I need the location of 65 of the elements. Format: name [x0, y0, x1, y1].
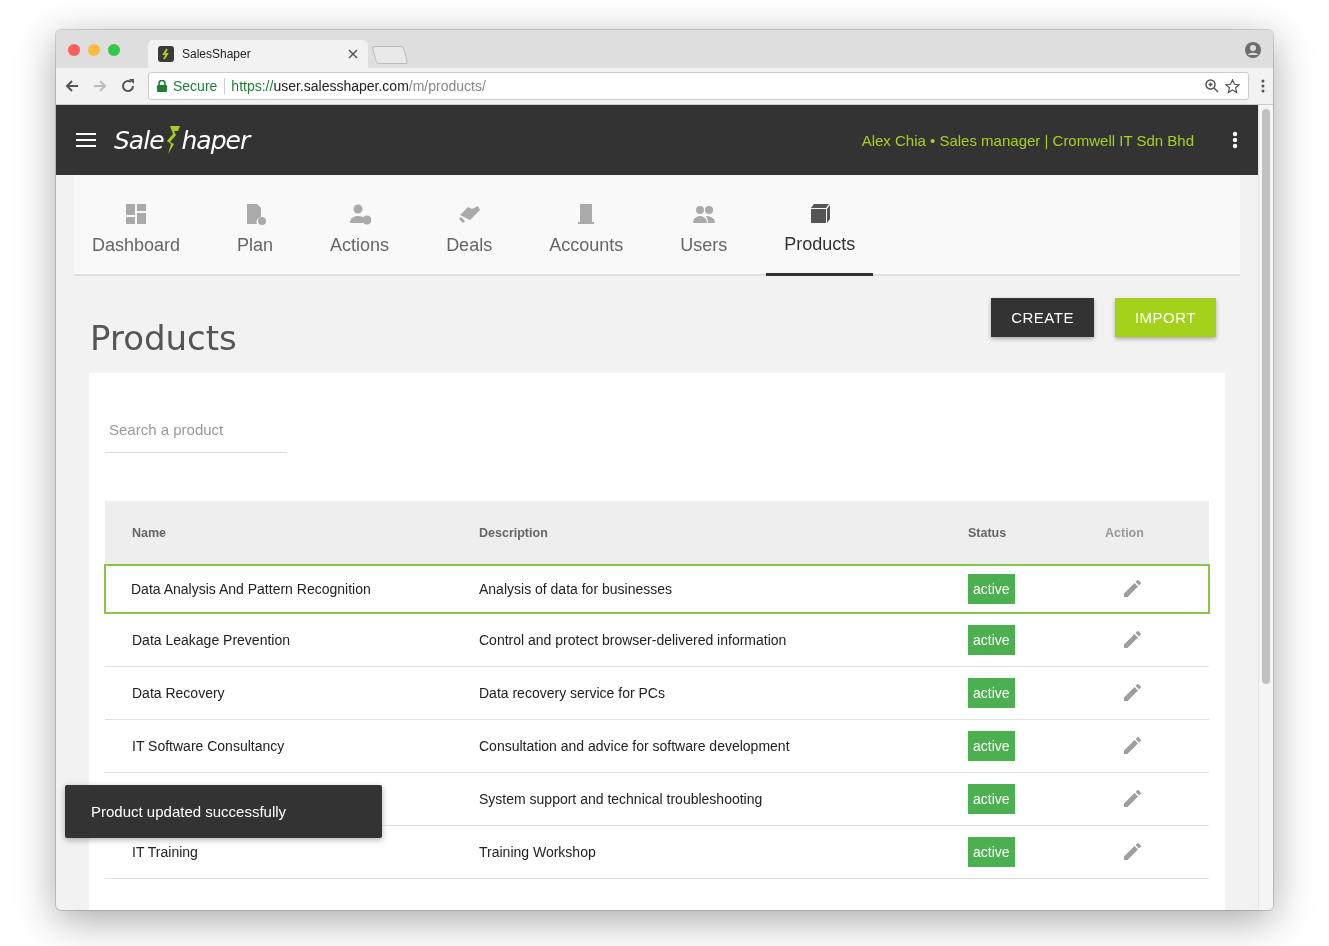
favicon-icon — [158, 46, 174, 62]
back-icon[interactable] — [64, 78, 80, 94]
edit-icon[interactable] — [1123, 840, 1143, 861]
status-badge: active — [968, 625, 1015, 655]
handshake-icon — [458, 203, 481, 225]
product-name: IT Software Consultancy — [132, 738, 285, 754]
person-arrow-icon — [348, 203, 371, 225]
address-bar[interactable]: Secure https://user.salesshaper.com/m/products/ — [148, 72, 1249, 100]
maximize-window-icon[interactable] — [108, 44, 120, 56]
reload-icon[interactable] — [120, 78, 136, 94]
create-button[interactable]: CREATE — [991, 298, 1094, 337]
zoom-icon[interactable] — [1205, 79, 1219, 93]
new-tab-button[interactable] — [371, 46, 409, 64]
logo: Sale haper — [114, 124, 253, 156]
status-badge: active — [968, 837, 1015, 867]
edit-icon[interactable] — [1123, 628, 1143, 649]
product-description: Consultation and advice for software development — [479, 738, 790, 754]
column-header: Status — [968, 501, 1105, 565]
product-name: Data Recovery — [132, 685, 225, 701]
table-row[interactable]: Data Leakage Prevention Control and protect browser-delivered information active — [105, 613, 1209, 667]
product-name: Data Leakage Prevention — [132, 632, 290, 648]
column-header: Action — [1105, 501, 1209, 565]
lock-icon — [157, 80, 167, 92]
product-description: Control and protect browser-delivered information — [479, 632, 787, 648]
people-icon — [692, 203, 715, 225]
document-check-icon — [244, 203, 267, 225]
nav-tab[interactable]: Dashboard — [74, 175, 199, 276]
edit-icon[interactable] — [1123, 787, 1143, 808]
nav-tab[interactable]: Actions — [312, 175, 408, 276]
edit-icon[interactable] — [1123, 577, 1143, 598]
close-window-icon[interactable] — [68, 44, 80, 56]
column-header: Name — [105, 501, 479, 565]
product-description: Analysis of data for businesses — [479, 581, 672, 597]
edit-icon[interactable] — [1123, 734, 1143, 755]
nav-tab[interactable]: Accounts — [531, 175, 642, 276]
menu-icon[interactable] — [76, 133, 96, 147]
status-badge: active — [968, 678, 1015, 708]
status-badge: active — [968, 784, 1015, 814]
column-header: Description — [479, 501, 968, 565]
edit-icon[interactable] — [1123, 681, 1143, 702]
nav-tab[interactable]: Plan — [219, 175, 292, 276]
product-description: Data recovery service for PCs — [479, 685, 665, 701]
status-badge: active — [968, 574, 1015, 604]
user-info[interactable]: Alex Chia • Sales manager | Cromwell IT Sdn Bhd — [861, 131, 1194, 149]
product-description: System support and technical troubleshooting — [479, 791, 763, 807]
toast-message: Product updated successfully — [65, 785, 382, 838]
close-tab-icon[interactable] — [348, 49, 358, 59]
page-title: Products — [90, 318, 238, 358]
forward-icon[interactable] — [92, 78, 108, 94]
product-name: Data Analysis And Pattern Recognition — [131, 581, 371, 597]
browser-tab[interactable]: SalesShaper — [148, 40, 368, 68]
profile-icon[interactable] — [1245, 42, 1261, 58]
box-icon — [808, 201, 831, 224]
table-row[interactable]: Data Recovery Data recovery service for PCs active — [105, 666, 1209, 720]
product-description: Training Workshop — [479, 844, 596, 860]
more-options-icon[interactable] — [1232, 131, 1238, 149]
product-name: IT Training — [132, 844, 198, 860]
table-row[interactable]: IT Software Consultancy Consultation and advice for software development active — [105, 719, 1209, 773]
table-row[interactable]: Data Analysis And Pattern Recognition Analysis of data for businesses active — [105, 565, 1209, 613]
status-badge: active — [968, 731, 1015, 761]
dashboard-icon — [125, 203, 148, 225]
nav-tab[interactable]: Deals — [428, 175, 511, 276]
browser-menu-icon[interactable] — [1261, 79, 1265, 93]
star-icon[interactable] — [1225, 78, 1240, 94]
nav-tab[interactable]: Users — [662, 175, 746, 276]
